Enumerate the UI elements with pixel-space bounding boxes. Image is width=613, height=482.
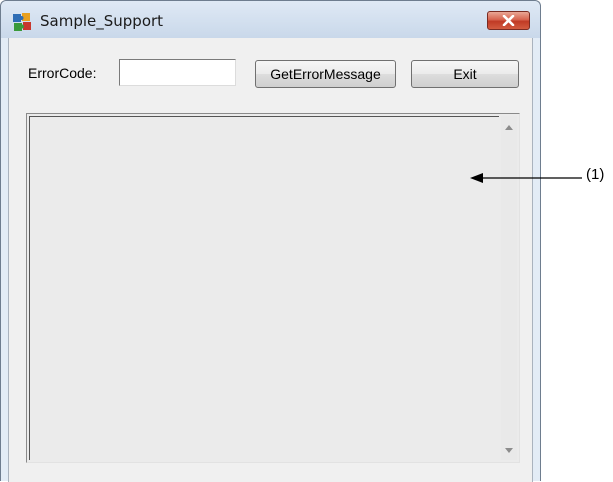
error-code-input[interactable] bbox=[119, 59, 236, 86]
message-text-area[interactable] bbox=[26, 113, 520, 463]
message-text-content[interactable] bbox=[29, 116, 499, 460]
scroll-up-arrow-icon bbox=[505, 125, 513, 130]
get-error-message-button[interactable]: GetErrorMessage bbox=[255, 60, 396, 88]
close-button[interactable] bbox=[487, 11, 530, 30]
vertical-scrollbar[interactable] bbox=[501, 116, 517, 460]
app-puzzle-icon bbox=[12, 12, 32, 32]
scroll-up-button[interactable] bbox=[501, 119, 517, 136]
callout-label: (1) bbox=[586, 166, 605, 183]
exit-button[interactable]: Exit bbox=[411, 60, 519, 88]
title-bar[interactable]: Sample_Support bbox=[1, 1, 540, 38]
scroll-down-button[interactable] bbox=[501, 442, 517, 459]
scroll-down-arrow-icon bbox=[505, 448, 513, 453]
error-code-label: ErrorCode: bbox=[28, 65, 97, 81]
close-icon bbox=[502, 15, 515, 26]
window-title: Sample_Support bbox=[40, 12, 164, 30]
callout-arrow-icon bbox=[470, 173, 582, 183]
